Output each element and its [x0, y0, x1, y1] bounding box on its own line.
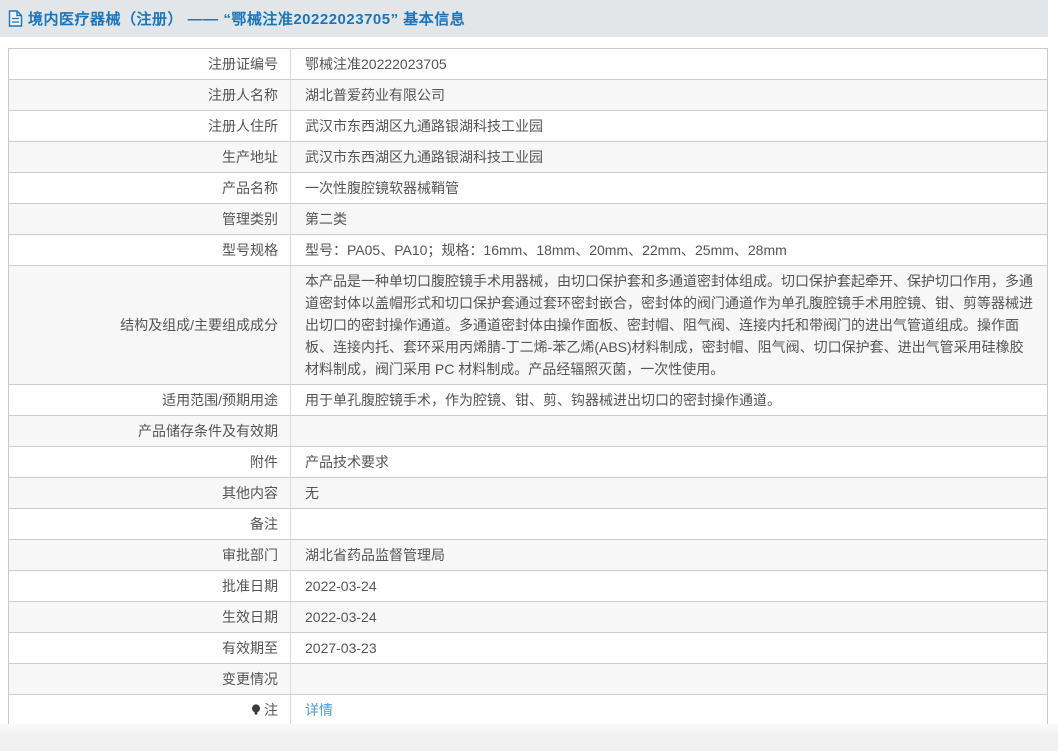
table-row: 批准日期 2022-03-24	[9, 570, 1047, 601]
registration-info-table: 注册证编号 鄂械注准20222023705 注册人名称 湖北普爱药业有限公司 注…	[8, 48, 1048, 726]
row-label: 注册证编号	[9, 49, 291, 79]
table-row: 备注	[9, 508, 1047, 539]
page-header: 境内医疗器械（注册） —— “鄂械注准20222023705” 基本信息	[0, 0, 1048, 37]
table-row: 结构及组成/主要组成成分 本产品是一种单切口腹腔镜手术用器械，由切口保护套和多通…	[9, 265, 1047, 384]
row-label: 注	[9, 695, 291, 725]
row-value	[291, 664, 1047, 694]
row-value: 详情	[291, 695, 1047, 725]
row-value: 无	[305, 485, 319, 501]
row-value: 产品技术要求	[305, 454, 389, 470]
row-label: 变更情况	[9, 664, 291, 694]
table-row: 生产地址 武汉市东西湖区九通路银湖科技工业园	[9, 141, 1047, 172]
table-row: 注册人名称 湖北普爱药业有限公司	[9, 79, 1047, 110]
row-value: 鄂械注准20222023705	[305, 56, 447, 72]
row-label: 其他内容	[9, 478, 291, 508]
row-label: 管理类别	[9, 204, 291, 234]
row-value: 2022-03-24	[305, 578, 377, 594]
row-value: 2022-03-24	[305, 609, 377, 625]
row-value	[291, 509, 1047, 539]
table-row: 适用范围/预期用途 用于单孔腹腔镜手术，作为腔镜、钳、剪、钩器械进出切口的密封操…	[9, 384, 1047, 415]
row-value: 湖北省药品监督管理局	[305, 547, 445, 563]
composition-text: 本产品是一种单切口腹腔镜手术用器械，由切口保护套和多通道密封体组成。切口保护套起…	[305, 273, 1033, 377]
row-label: 产品储存条件及有效期	[9, 416, 291, 446]
row-label: 型号规格	[9, 235, 291, 265]
row-value: 湖北普爱药业有限公司	[305, 87, 445, 103]
row-value: 用于单孔腹腔镜手术，作为腔镜、钳、剪、钩器械进出切口的密封操作通道。	[305, 392, 781, 408]
row-value: 一次性腹腔镜软器械鞘管	[305, 180, 459, 196]
row-value: 2027-03-23	[305, 640, 377, 656]
table-row: 附件 产品技术要求	[9, 446, 1047, 477]
table-row: 产品储存条件及有效期	[9, 415, 1047, 446]
row-label: 生产地址	[9, 142, 291, 172]
note-label: 注	[264, 702, 278, 718]
table-row: 型号规格 型号：PA05、PA10；规格：16mm、18mm、20mm、22mm…	[9, 234, 1047, 265]
table-row: 产品名称 一次性腹腔镜软器械鞘管	[9, 172, 1047, 203]
document-icon	[8, 10, 23, 27]
row-label: 审批部门	[9, 540, 291, 570]
row-label: 生效日期	[9, 602, 291, 632]
lightbulb-icon	[251, 700, 261, 722]
table-row: 注 详情	[9, 694, 1047, 725]
table-row: 其他内容 无	[9, 477, 1047, 508]
row-label: 注册人名称	[9, 80, 291, 110]
row-value: 本产品是一种单切口腹腔镜手术用器械，由切口保护套和多通道密封体组成。切口保护套起…	[291, 266, 1047, 384]
row-label: 适用范围/预期用途	[9, 385, 291, 415]
row-value: 第二类	[305, 211, 347, 227]
row-label: 产品名称	[9, 173, 291, 203]
row-value: 型号：PA05、PA10；规格：16mm、18mm、20mm、22mm、25mm…	[305, 242, 787, 258]
row-value: 武汉市东西湖区九通路银湖科技工业园	[305, 149, 543, 165]
row-label: 批准日期	[9, 571, 291, 601]
table-row: 审批部门 湖北省药品监督管理局	[9, 539, 1047, 570]
table-row: 注册人住所 武汉市东西湖区九通路银湖科技工业园	[9, 110, 1047, 141]
row-value	[291, 416, 1047, 446]
table-row: 注册证编号 鄂械注准20222023705	[9, 49, 1047, 79]
table-row: 管理类别 第二类	[9, 203, 1047, 234]
table-row: 变更情况	[9, 663, 1047, 694]
details-link[interactable]: 详情	[305, 699, 333, 721]
row-label: 附件	[9, 447, 291, 477]
page-footer	[0, 724, 1058, 751]
row-label: 注册人住所	[9, 111, 291, 141]
row-value: 武汉市东西湖区九通路银湖科技工业园	[305, 118, 543, 134]
table-row: 有效期至 2027-03-23	[9, 632, 1047, 663]
row-label: 备注	[9, 509, 291, 539]
row-label: 有效期至	[9, 633, 291, 663]
table-row: 生效日期 2022-03-24	[9, 601, 1047, 632]
page-title: 境内医疗器械（注册） —— “鄂械注准20222023705” 基本信息	[28, 11, 466, 28]
row-label: 结构及组成/主要组成成分	[9, 266, 291, 384]
